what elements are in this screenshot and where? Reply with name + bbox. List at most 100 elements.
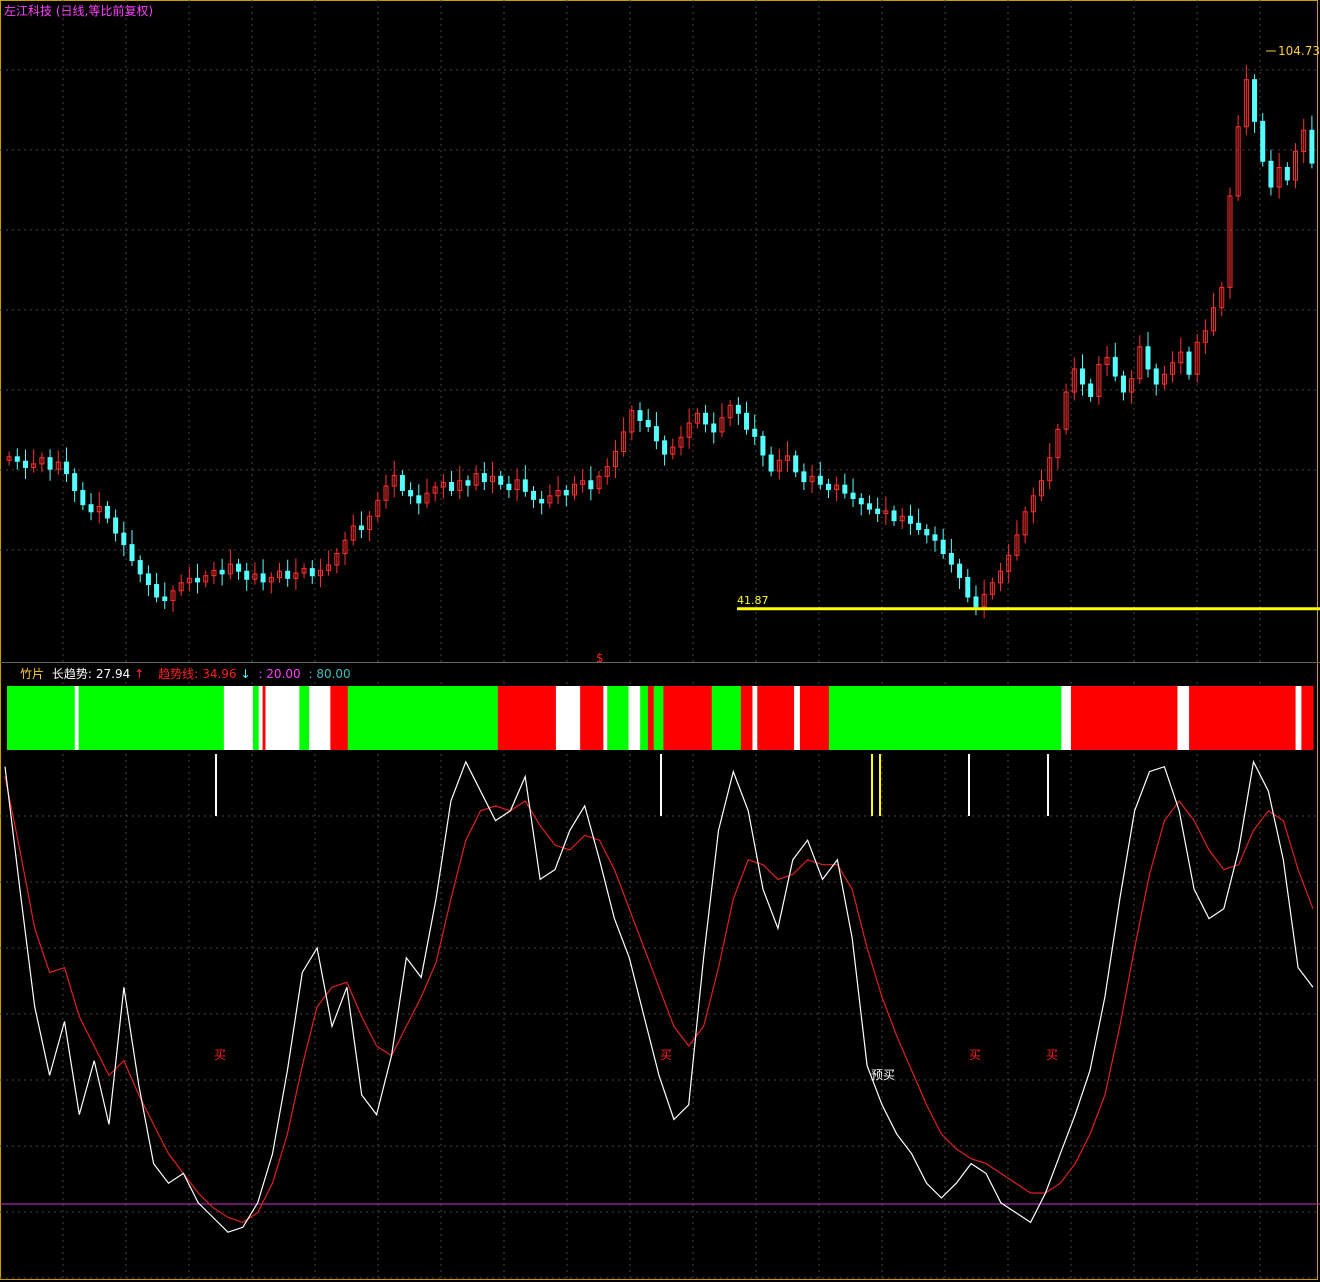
trend-band-red — [740, 686, 753, 750]
candle-body — [47, 457, 53, 470]
trend-band-green — [7, 686, 76, 750]
candle-body — [1284, 167, 1290, 181]
trend-line-label: 趋势线: — [158, 667, 199, 681]
candle-body — [481, 473, 487, 483]
indicator-name[interactable]: 竹片 — [20, 667, 44, 681]
candle-body — [866, 503, 872, 510]
candle-body — [285, 570, 291, 579]
long-trend-label: 长趋势: — [51, 667, 92, 681]
trend-band-green — [299, 686, 310, 750]
candle-body — [1088, 383, 1094, 397]
candle-body — [940, 539, 946, 555]
candle-body — [916, 522, 922, 531]
indicator-chart[interactable]: 买 买 买 买预买 — [0, 682, 1320, 1280]
candle-body — [842, 484, 848, 494]
candle-body — [260, 573, 266, 583]
candle-body — [948, 553, 954, 565]
trend-band-red — [1301, 686, 1314, 750]
candle-body — [104, 505, 110, 519]
candle-body — [768, 454, 774, 472]
buy-signal-label: 买 — [1046, 1048, 1058, 1062]
candle-body — [957, 563, 963, 578]
candle-body — [825, 483, 831, 491]
trend-band-white — [794, 686, 801, 750]
candle-body — [399, 474, 405, 492]
trend-band-red — [799, 686, 830, 750]
trend-band-white — [265, 686, 300, 750]
candle-body — [760, 435, 766, 456]
long-trend-value: 27.94 — [95, 667, 131, 681]
candle-body — [563, 490, 569, 496]
trend-band-white — [1177, 686, 1190, 750]
candle-body — [735, 404, 741, 414]
candle-body — [137, 560, 143, 575]
trend-band-white — [603, 686, 608, 750]
candle-body — [63, 461, 69, 475]
trend-band-green — [78, 686, 225, 750]
candle-body — [162, 596, 168, 602]
trend-band-green — [347, 686, 499, 750]
candle-body — [744, 412, 750, 430]
trend-band-white — [752, 686, 758, 750]
candle-body — [875, 508, 881, 515]
support-line-label: 41.87 — [737, 594, 769, 607]
candle-body — [752, 428, 758, 437]
candle-body — [858, 497, 864, 505]
level-high-label: : 80.00 — [308, 667, 351, 681]
candle-body — [653, 426, 659, 442]
candle-body — [522, 479, 528, 492]
candle-body — [14, 456, 20, 462]
candle-body — [244, 570, 250, 580]
candle-body — [1309, 129, 1315, 164]
trend-band-green — [653, 686, 664, 750]
trend-line-value: 34.96 — [202, 667, 237, 681]
candle-body — [850, 492, 856, 499]
indicator-legend: 竹片 长趋势: 27.94 ↑ 趋势线: 34.96 ↓ : 20.00 : 80.00 — [20, 665, 355, 682]
buy-signal-label: 买 — [214, 1048, 226, 1062]
trend-band-white — [1295, 686, 1302, 750]
price-chart[interactable]: 104.73 41.87 $ — [0, 0, 1320, 662]
trend-band-white — [1061, 686, 1072, 750]
trend-band-red — [1189, 686, 1297, 750]
candle-body — [113, 517, 119, 534]
candle-body — [449, 482, 455, 492]
candle-body — [498, 475, 504, 485]
candle-body — [539, 498, 545, 504]
candle-body — [416, 495, 422, 504]
candle-body — [22, 460, 28, 468]
candle-body — [530, 490, 536, 500]
trend-band-red — [330, 686, 349, 750]
candle-body — [645, 419, 651, 428]
candle-body — [236, 563, 242, 572]
candle-body — [72, 473, 78, 492]
candle-body — [932, 534, 938, 541]
candle-body — [588, 480, 594, 490]
candle-body — [924, 529, 930, 536]
long-trend-arrow: ↑ — [134, 667, 145, 681]
candle-body — [817, 475, 823, 485]
trend-line-series — [4, 776, 1314, 1224]
candle-body — [309, 568, 315, 577]
candle-body — [1186, 351, 1192, 375]
candle-body — [1268, 160, 1274, 188]
candle-body — [801, 471, 807, 483]
candle-body — [637, 410, 643, 421]
candle-body — [145, 573, 151, 586]
candle-body — [793, 455, 799, 473]
candle-body — [703, 412, 709, 425]
high-price-label: 104.73 — [1278, 44, 1320, 58]
level-low-label: : 20.00 — [258, 667, 301, 681]
trend-band-red — [757, 686, 795, 750]
trend-band-white — [223, 686, 254, 750]
candle-body — [662, 440, 668, 455]
candle-body — [973, 596, 979, 608]
trend-band-red — [647, 686, 655, 750]
candle-body — [1252, 79, 1258, 122]
candle-body — [711, 423, 717, 433]
candle-body — [965, 576, 971, 598]
candle-body — [465, 480, 471, 486]
candle-body — [195, 577, 201, 583]
candle-body — [88, 504, 94, 513]
candle-body — [129, 544, 135, 562]
trend-band-white — [628, 686, 641, 750]
